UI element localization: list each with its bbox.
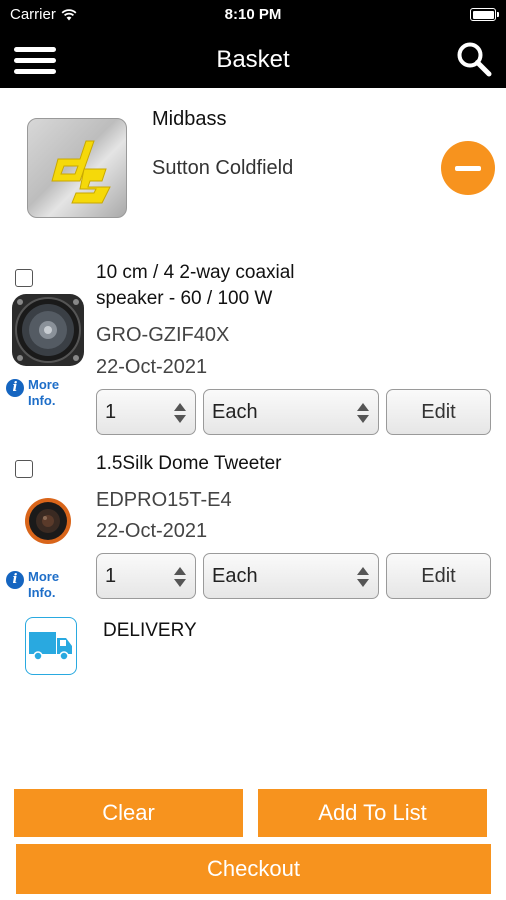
unit-select[interactable]: Each <box>203 553 379 599</box>
battery-icon <box>470 8 499 21</box>
store-location: Sutton Coldfield <box>152 157 294 179</box>
item-checkbox[interactable] <box>15 460 33 478</box>
more-info-link[interactable]: i More Info. <box>6 569 68 601</box>
stepper-arrows-icon <box>174 567 186 587</box>
add-to-list-button[interactable]: Add To List <box>258 789 487 837</box>
item-date: 22-Oct-2021 <box>96 356 208 378</box>
page-title: Basket <box>216 46 290 73</box>
stepper-arrows-icon <box>174 403 186 423</box>
quantity-select[interactable]: 1 <box>96 553 196 599</box>
item-checkbox[interactable] <box>15 269 33 287</box>
item-sku: EDPRO15T-E4 <box>96 489 232 511</box>
info-icon: i <box>6 379 24 397</box>
nav-bar: Basket <box>0 30 506 88</box>
more-info-link[interactable]: i More Info. <box>6 377 68 409</box>
coaxial-speaker-image <box>12 294 84 366</box>
tweeter-image <box>25 498 71 544</box>
stepper-arrows-icon <box>357 567 369 587</box>
clear-button[interactable]: Clear <box>14 789 243 837</box>
remove-store-button[interactable] <box>441 141 495 195</box>
store-name: Midbass <box>152 108 227 130</box>
info-icon: i <box>6 571 24 589</box>
edit-button[interactable]: Edit <box>386 553 491 599</box>
store-logo <box>27 118 127 218</box>
brand-logo-icon <box>51 140 111 204</box>
unit-select[interactable]: Each <box>203 389 379 435</box>
quantity-select[interactable]: 1 <box>96 389 196 435</box>
item-title: 1.5Silk Dome Tweeter <box>96 453 282 474</box>
item-date: 22-Oct-2021 <box>96 520 208 542</box>
checkout-button[interactable]: Checkout <box>16 844 491 894</box>
delivery-label: DELIVERY <box>103 620 197 641</box>
item-title: 10 cm / 4 2-way coaxial speaker - 60 / 1… <box>96 262 295 309</box>
stepper-arrows-icon <box>357 403 369 423</box>
delivery-truck-icon <box>25 617 77 675</box>
edit-button[interactable]: Edit <box>386 389 491 435</box>
status-bar: Carrier 8:10 PM <box>0 0 506 30</box>
clock: 8:10 PM <box>224 6 282 23</box>
search-icon[interactable] <box>456 41 492 77</box>
item-sku: GRO-GZIF40X <box>96 324 230 346</box>
